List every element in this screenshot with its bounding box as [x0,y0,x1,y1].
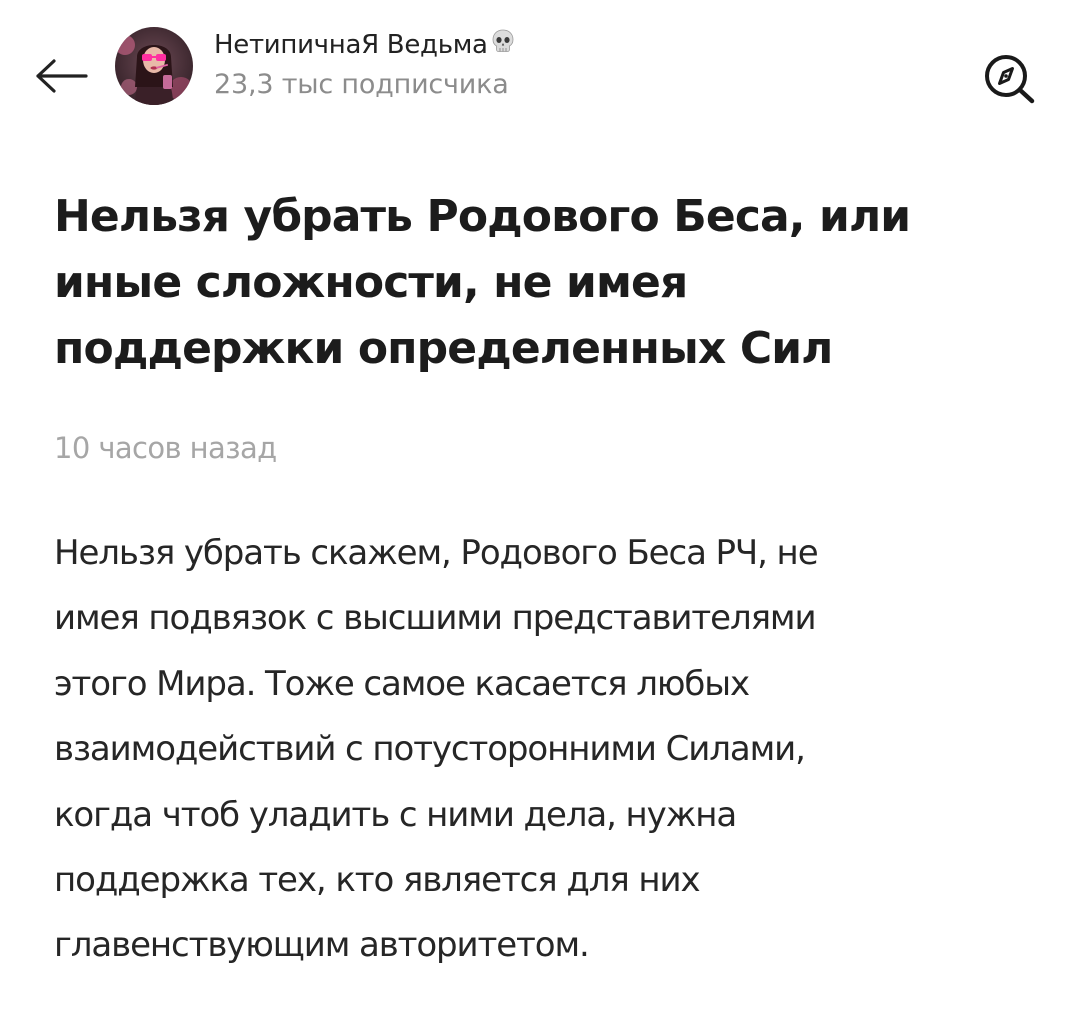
channel-name-label: НетипичнаЯ Ведьма [214,30,488,60]
article-body-line: взаимодействий с потусторонними Силами, [54,729,806,770]
avatar[interactable] [115,27,193,105]
skull-icon [490,28,516,63]
channel-name[interactable]: НетипичнаЯ Ведьма [214,28,516,63]
article-title-line: иные сложности, не имея [54,257,688,308]
back-button[interactable] [30,52,94,100]
article-body-line: этого Мира. Тоже самое касается любых [54,663,750,704]
arrow-left-icon [36,59,88,93]
article-body-line: имея подвязок с высшими представителями [54,598,817,639]
compass-search-icon [985,55,1035,104]
publish-timestamp: 10 часов назад [54,431,277,465]
article-body-line: главенствующим авторитетом. [54,925,590,966]
subscriber-count: 23,3 тыс подписчика [214,69,509,100]
channel-info[interactable]: НетипичнаЯ Ведьма 23,3 тыс подписчика [214,28,516,103]
article-title: Нельзя убрать Родового Беса, или иные сл… [54,184,1044,382]
article-body: Нельзя убрать скажем, Родового Беса РЧ, … [54,521,1054,979]
article-body-line: когда чтоб уладить с ними дела, нужна [54,794,737,835]
article-title-line: Нельзя убрать Родового Беса, или [54,191,911,242]
article-body-line: поддержка тех, кто является для них [54,860,701,901]
channel-header: НетипичнаЯ Ведьма 23,3 тыс подписчика [0,0,1079,140]
article-body-line: Нельзя убрать скажем, Родового Беса РЧ, … [54,533,819,573]
avatar-image [115,27,193,105]
article-title-line: поддержки определенных Сил [54,323,833,374]
explore-button[interactable] [980,50,1040,106]
